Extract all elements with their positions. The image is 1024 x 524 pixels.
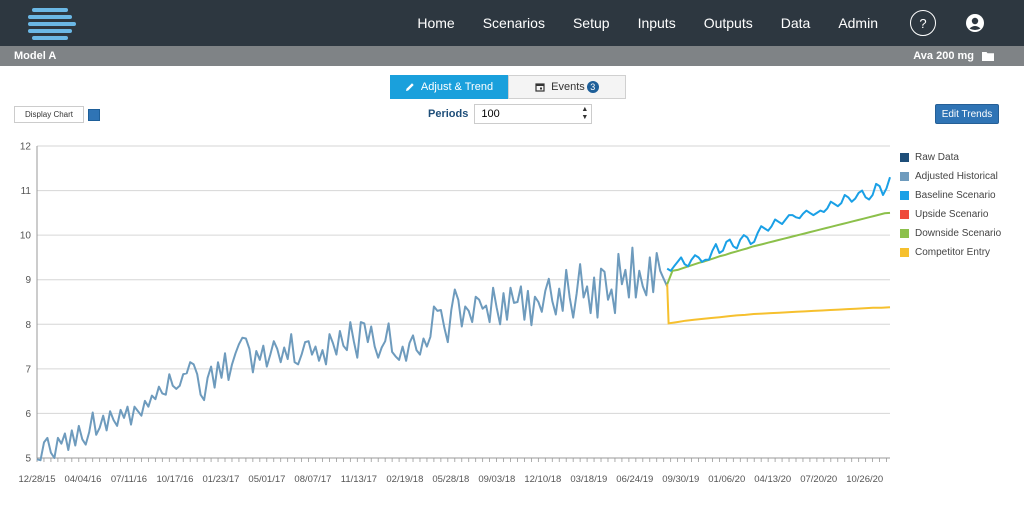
product-name: Ava 200 mg xyxy=(913,50,974,62)
x-tick-label: 02/19/18 xyxy=(386,474,423,485)
display-chart-control: Display Chart xyxy=(14,106,101,123)
x-tick-label: 12/10/18 xyxy=(524,474,561,485)
legend-label-downside: Downside Scenario xyxy=(915,228,1002,239)
x-tick-label: 04/04/16 xyxy=(64,474,101,485)
x-tick-label: 01/06/20 xyxy=(708,474,745,485)
y-tick-label: 5 xyxy=(25,454,31,465)
x-tick-label: 10/17/16 xyxy=(156,474,193,485)
periods-input[interactable] xyxy=(474,104,593,124)
y-tick-label: 11 xyxy=(21,186,32,197)
nav-home[interactable]: Home xyxy=(403,15,468,31)
y-tick-label: 7 xyxy=(25,364,31,375)
nav-inputs[interactable]: Inputs xyxy=(624,15,690,31)
x-tick-label: 09/30/19 xyxy=(662,474,699,485)
y-tick-label: 6 xyxy=(25,409,31,420)
legend-item-downside[interactable]: Downside Scenario xyxy=(900,224,1001,243)
x-tick-label: 08/07/17 xyxy=(294,474,331,485)
periods-spinner[interactable]: ▲ ▼ xyxy=(581,106,588,122)
tab-adjust-trend[interactable]: Adjust & Trend xyxy=(390,75,508,99)
legend-swatch-upside xyxy=(900,210,909,219)
nav-admin[interactable]: Admin xyxy=(824,15,892,31)
legend-label-raw: Raw Data xyxy=(915,152,959,163)
legend-label-adjusted: Adjusted Historical xyxy=(915,171,998,182)
legend-item-raw[interactable]: Raw Data xyxy=(900,148,1001,167)
app-logo-icon[interactable] xyxy=(28,6,78,40)
y-tick-label: 10 xyxy=(20,231,32,242)
tab-events-label: Events xyxy=(551,81,585,93)
display-chart-label[interactable]: Display Chart xyxy=(14,106,85,123)
periods-input-wrapper: ▲▼ xyxy=(474,104,593,124)
legend-swatch-competitor xyxy=(900,248,909,257)
x-tick-label: 05/01/17 xyxy=(248,474,285,485)
series-downside-scenario[interactable] xyxy=(666,211,891,285)
main-nav: Home Scenarios Setup Inputs Outputs Data… xyxy=(403,0,1024,46)
legend-item-adjusted[interactable]: Adjusted Historical xyxy=(900,167,1001,186)
tab-events[interactable]: Events 3 xyxy=(508,75,626,99)
nav-outputs[interactable]: Outputs xyxy=(690,15,767,31)
edit-trends-button[interactable]: Edit Trends xyxy=(935,104,999,124)
events-count-badge: 3 xyxy=(586,81,599,93)
series-competitor-entry[interactable] xyxy=(666,284,891,325)
y-tick-label: 9 xyxy=(25,275,31,286)
pencil-icon xyxy=(405,83,414,91)
x-tick-label: 09/03/18 xyxy=(478,474,515,485)
product-selector[interactable]: Ava 200 mg xyxy=(913,50,994,62)
legend-label-baseline: Baseline Scenario xyxy=(915,190,996,201)
display-chart-toggle[interactable] xyxy=(88,108,101,121)
periods-label: Periods xyxy=(428,108,469,120)
y-tick-label: 8 xyxy=(25,320,31,331)
x-tick-label: 06/24/19 xyxy=(616,474,653,485)
legend-swatch-baseline xyxy=(900,191,909,200)
calendar-icon xyxy=(535,83,545,92)
x-tick-label: 05/28/18 xyxy=(432,474,469,485)
x-tick-label: 12/28/15 xyxy=(19,474,56,485)
x-tick-label: 07/20/20 xyxy=(800,474,837,485)
nav-data[interactable]: Data xyxy=(767,15,825,31)
help-button[interactable]: ? xyxy=(910,10,936,36)
legend-item-upside[interactable]: Upside Scenario xyxy=(900,205,1001,224)
legend-item-baseline[interactable]: Baseline Scenario xyxy=(900,186,1001,205)
y-tick-label: 12 xyxy=(20,142,32,153)
legend-item-competitor[interactable]: Competitor Entry xyxy=(900,243,1001,262)
nav-scenarios[interactable]: Scenarios xyxy=(469,15,559,31)
model-name: Model A xyxy=(14,50,57,62)
legend-swatch-downside xyxy=(900,229,909,238)
user-account-icon[interactable] xyxy=(966,14,984,32)
tab-adjust-trend-label: Adjust & Trend xyxy=(420,81,494,93)
x-tick-label: 11/13/17 xyxy=(341,474,377,485)
legend-label-competitor: Competitor Entry xyxy=(915,247,991,258)
folder-icon[interactable] xyxy=(982,51,994,61)
legend-label-upside: Upside Scenario xyxy=(915,209,989,220)
legend-swatch-raw xyxy=(900,153,909,162)
forecast-chart: 5 6 7 8 9 10 11 12 12/28/15 04/04/16 07/11/16 10/17… xyxy=(19,142,891,485)
series-baseline-scenario[interactable] xyxy=(666,176,891,272)
chart-legend: Raw Data Adjusted Historical Baseline Sc… xyxy=(900,148,1001,262)
view-tabs: Adjust & Trend Events 3 xyxy=(390,75,626,99)
x-tick-label: 03/18/19 xyxy=(570,474,607,485)
legend-swatch-adjusted xyxy=(900,172,909,181)
x-tick-label: 07/11/16 xyxy=(111,474,147,485)
top-nav-bar: Home Scenarios Setup Inputs Outputs Data… xyxy=(0,0,1024,46)
x-tick-label: 01/23/17 xyxy=(202,474,239,485)
nav-setup[interactable]: Setup xyxy=(559,15,624,31)
x-tick-label: 04/13/20 xyxy=(754,474,791,485)
periods-control: Periods ▲▼ xyxy=(428,104,593,124)
x-tick-label: 10/26/20 xyxy=(846,474,883,485)
model-bar: Model A Ava 200 mg xyxy=(0,46,1024,66)
